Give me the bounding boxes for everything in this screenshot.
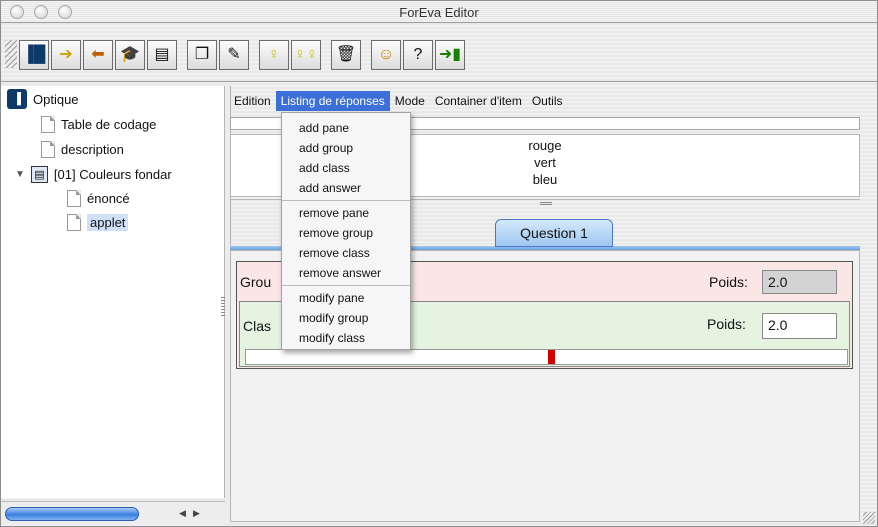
group-poids-label: Poids: — [709, 274, 748, 290]
menu-edition[interactable]: Edition — [229, 91, 276, 111]
scrollbar-thumb[interactable] — [5, 507, 139, 521]
disclosure-triangle-icon[interactable]: ▼ — [15, 169, 25, 180]
document-icon — [41, 140, 55, 158]
answer-marker[interactable] — [548, 350, 555, 364]
tab-question-1[interactable]: Question 1 — [495, 219, 613, 247]
tree-horizontal-scrollbar[interactable]: ◀ ▶ — [1, 501, 225, 525]
menu-separator — [282, 200, 410, 201]
tree-item-label: Table de codage — [61, 116, 157, 132]
menu-outils[interactable]: Outils — [527, 91, 568, 111]
toolbar-grip[interactable] — [5, 40, 17, 68]
face-button[interactable]: ☺ — [371, 40, 401, 70]
menu-listing-de-reponses[interactable]: Listing de réponses — [275, 91, 390, 111]
copy-pages-button[interactable]: ❐ — [187, 40, 217, 70]
window-resize-grip[interactable] — [863, 512, 875, 524]
import-book-icon: ➔ — [59, 46, 73, 63]
tree-panel: ▐ Optique Table de codage description ▼ … — [1, 86, 225, 498]
two-lightbulbs-button[interactable]: ♀♀ — [291, 40, 321, 70]
copy-pages-icon: ❐ — [194, 46, 210, 63]
list-icon: ▤ — [154, 46, 170, 63]
class-label: Clas — [243, 318, 272, 334]
tree-item-couleurs[interactable]: ▼ ▤ [01] Couleurs fondar — [15, 164, 172, 184]
tree-item-applet[interactable]: applet — [67, 212, 129, 232]
menu-item-remove-answer[interactable]: remove answer — [282, 263, 410, 283]
exit-button[interactable]: ➜▮ — [435, 40, 465, 70]
import-book-button[interactable]: ➔ — [51, 40, 81, 70]
scroll-left-arrow-icon[interactable]: ◀ — [179, 508, 186, 519]
exit-door-icon: ➜▮ — [438, 46, 462, 63]
editor-window: ForEva Editor ▐█ ➔ ⬅ 🎓 ▤ ❐ ✎ ♀ ♀♀ 🗑 ☺ ? — [0, 0, 878, 527]
editor-menubar: Edition Listing de réponses Mode Contain… — [229, 90, 877, 112]
tree-item-enonce[interactable]: énoncé — [67, 188, 130, 208]
tree-item-label: [01] Couleurs fondar — [53, 166, 172, 182]
lightbulb-button[interactable]: ♀ — [259, 40, 289, 70]
open-book-button[interactable]: ▐█ — [19, 40, 49, 70]
menu-item-add-class[interactable]: add class — [282, 158, 410, 178]
menu-item-remove-class[interactable]: remove class — [282, 243, 410, 263]
tree-item-description[interactable]: description — [41, 139, 124, 159]
document-icon — [41, 115, 55, 133]
list-button[interactable]: ▤ — [147, 40, 177, 70]
graduation-cap-icon: 🎓 — [120, 46, 140, 63]
window-title: ForEva Editor — [399, 5, 479, 20]
question-drop-button[interactable]: ? — [403, 40, 433, 70]
menu-mode[interactable]: Mode — [390, 91, 430, 111]
tree-item-label: applet — [87, 213, 129, 231]
answer-drop-zone[interactable] — [245, 349, 848, 365]
list-icon: ▤ — [30, 165, 48, 183]
menu-container-d-item[interactable]: Container d'item — [430, 91, 527, 111]
trash-icon: 🗑 — [335, 46, 357, 63]
splitter-grip[interactable] — [221, 297, 225, 317]
group-poids-field[interactable]: 2.0 — [762, 270, 837, 294]
group-label: Grou — [240, 274, 272, 290]
tree-root-label: Optique — [33, 91, 79, 107]
open-book-icon: ▐█ — [22, 46, 46, 63]
graduation-cap-button[interactable]: 🎓 — [115, 40, 145, 70]
menu-item-add-group[interactable]: add group — [282, 138, 410, 158]
menu-separator — [282, 285, 410, 286]
export-book-icon: ⬅ — [91, 46, 105, 63]
title-bar: ForEva Editor — [1, 1, 877, 23]
two-lightbulbs-icon: ♀♀ — [294, 46, 318, 63]
tree-item-label: description — [61, 141, 124, 157]
listing-de-reponses-menu: add pane add group add class add answer … — [281, 112, 411, 350]
splitter-grip[interactable] — [540, 202, 552, 206]
scroll-right-arrow-icon[interactable]: ▶ — [193, 508, 200, 519]
tree-item-label: énoncé — [87, 190, 130, 206]
class-poids-field[interactable]: 2.0 — [762, 313, 837, 339]
export-book-button[interactable]: ⬅ — [83, 40, 113, 70]
document-icon — [67, 213, 81, 231]
menu-item-remove-group[interactable]: remove group — [282, 223, 410, 243]
toolbar: ▐█ ➔ ⬅ 🎓 ▤ ❐ ✎ ♀ ♀♀ 🗑 ☺ ? ➜▮ — [1, 24, 877, 82]
menu-item-modify-group[interactable]: modify group — [282, 308, 410, 328]
tree-root[interactable]: ▐ Optique — [7, 89, 79, 109]
menu-item-modify-class[interactable]: modify class — [282, 328, 410, 348]
face-icon: ☺ — [377, 46, 395, 63]
menu-item-remove-pane[interactable]: remove pane — [282, 203, 410, 223]
book-icon: ▐ — [7, 89, 27, 109]
trash-button[interactable]: 🗑 — [331, 40, 361, 70]
menu-item-modify-pane[interactable]: modify pane — [282, 288, 410, 308]
menu-item-add-answer[interactable]: add answer — [282, 178, 410, 198]
document-icon — [67, 189, 81, 207]
menu-item-add-pane[interactable]: add pane — [282, 118, 410, 138]
tree-item-table-de-codage[interactable]: Table de codage — [41, 114, 156, 134]
edit-page-icon: ✎ — [227, 46, 241, 63]
lightbulb-icon: ♀ — [268, 46, 280, 63]
question-drop-icon: ? — [413, 46, 423, 63]
class-poids-label: Poids: — [707, 316, 746, 332]
edit-page-button[interactable]: ✎ — [219, 40, 249, 70]
